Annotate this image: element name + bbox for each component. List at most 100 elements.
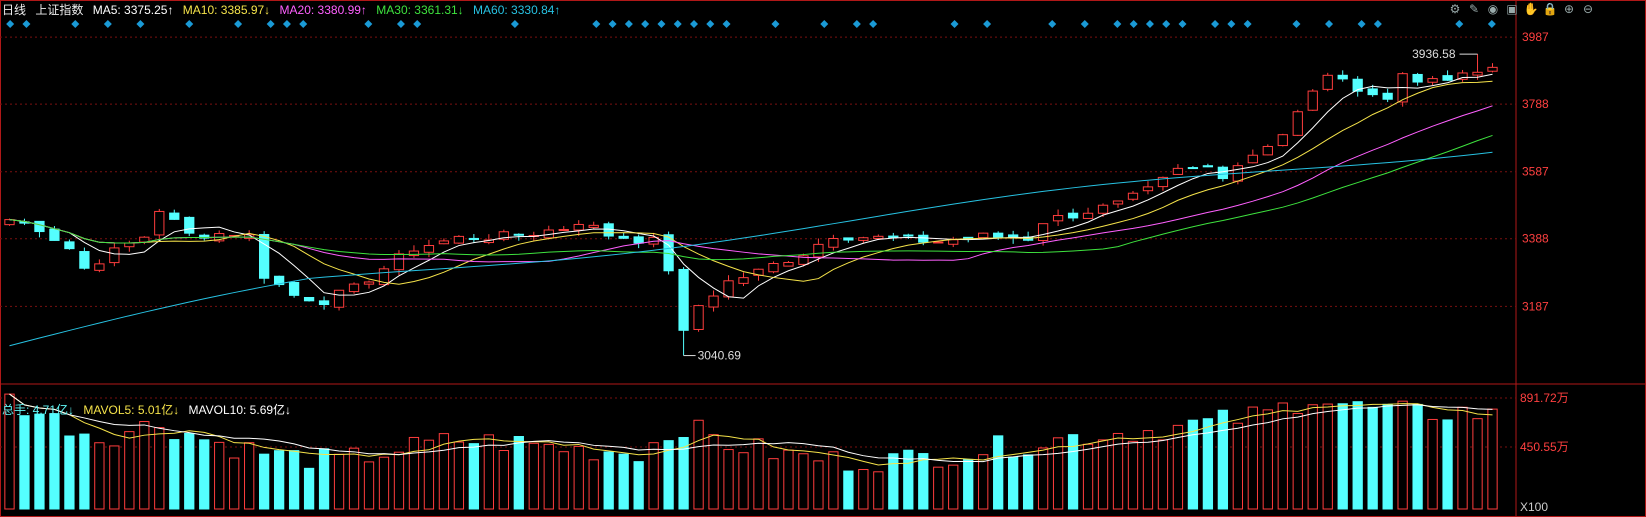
candle-body[interactable] <box>1172 167 1184 175</box>
candle-body[interactable] <box>64 241 75 250</box>
candle-body[interactable] <box>468 237 480 241</box>
volume-bar[interactable] <box>303 467 315 510</box>
volume-bar[interactable] <box>333 453 345 510</box>
candle-body[interactable] <box>1202 165 1214 168</box>
shop-icon[interactable]: ▣ <box>1504 1 1520 17</box>
volume-bar[interactable] <box>259 453 270 510</box>
volume-bar[interactable] <box>798 453 809 510</box>
volume-bar[interactable] <box>1217 409 1229 510</box>
hand-icon[interactable]: ✋ <box>1523 1 1539 17</box>
volume-bar[interactable] <box>1427 418 1438 510</box>
volume-bar[interactable] <box>813 460 824 510</box>
candle-body[interactable] <box>918 234 929 243</box>
candle-body[interactable] <box>933 241 944 244</box>
volume-bar[interactable] <box>1052 437 1064 510</box>
candle-body[interactable] <box>34 220 45 233</box>
candle-body[interactable] <box>1112 200 1124 205</box>
volume-bar[interactable] <box>124 431 135 510</box>
volume-bar[interactable] <box>1442 419 1453 510</box>
candle-body[interactable] <box>903 234 914 237</box>
candle-body[interactable] <box>79 251 90 269</box>
volume-bar[interactable] <box>229 457 240 510</box>
candle-body[interactable] <box>1472 71 1483 76</box>
candle-body[interactable] <box>184 216 195 234</box>
candle-body[interactable] <box>1262 145 1273 156</box>
volume-bar[interactable] <box>1262 409 1273 510</box>
volume-bar[interactable] <box>993 435 1004 510</box>
candle-body[interactable] <box>259 233 270 279</box>
candle-body[interactable] <box>1487 66 1498 72</box>
candle-body[interactable] <box>169 212 180 220</box>
candle-body[interactable] <box>1442 75 1453 81</box>
volume-bar[interactable] <box>858 469 869 510</box>
volume-bar[interactable] <box>1397 400 1408 510</box>
candle-body[interactable] <box>738 277 749 284</box>
volume-bar[interactable] <box>64 435 75 510</box>
candle-body[interactable] <box>708 295 719 308</box>
candle-body[interactable] <box>978 232 989 239</box>
volume-bar[interactable] <box>933 466 944 510</box>
volume-bar[interactable] <box>888 453 899 510</box>
volume-bar[interactable] <box>573 445 584 510</box>
chart-canvas[interactable]: 3987 3788 3587 3388 3187 891.72万 450.55万 X100 39… <box>0 0 1646 517</box>
candle-body[interactable] <box>1052 215 1064 222</box>
volume-bar[interactable] <box>723 449 734 510</box>
zoom-in-icon[interactable]: ⊕ <box>1561 1 1577 17</box>
volume-bar[interactable] <box>184 433 195 510</box>
volume-bar[interactable] <box>393 451 405 510</box>
eye-icon[interactable]: ◉ <box>1485 1 1501 17</box>
volume-bar[interactable] <box>1082 443 1094 510</box>
volume-bar[interactable] <box>19 415 30 510</box>
candle-body[interactable] <box>813 243 824 258</box>
candle-body[interactable] <box>303 296 315 302</box>
volume-bar[interactable] <box>513 436 524 510</box>
volume-bar[interactable] <box>1487 408 1498 510</box>
candle-body[interactable] <box>513 233 524 236</box>
volume-bar[interactable] <box>603 451 614 510</box>
candle-body[interactable] <box>423 245 435 253</box>
candle-body[interactable] <box>573 223 584 231</box>
candle-body[interactable] <box>1337 74 1348 80</box>
volume-bar[interactable] <box>1382 403 1393 510</box>
volume-bar[interactable] <box>1008 456 1019 510</box>
candle-body[interactable] <box>858 237 869 241</box>
candle-body[interactable] <box>1082 212 1094 219</box>
candle-body[interactable] <box>1367 88 1378 96</box>
volume-bar[interactable] <box>199 439 210 510</box>
volume-bar[interactable] <box>873 471 884 510</box>
volume-bar[interactable] <box>828 451 839 510</box>
volume-bar[interactable] <box>783 449 794 510</box>
candle-body[interactable] <box>348 283 360 293</box>
volume-bar[interactable] <box>1232 422 1243 510</box>
volume-bar[interactable] <box>648 442 659 510</box>
volume-bar[interactable] <box>154 427 165 510</box>
candle-body[interactable] <box>453 235 465 244</box>
candle-body[interactable] <box>288 281 300 296</box>
candle-body[interactable] <box>49 228 60 241</box>
candle-body[interactable] <box>1382 92 1393 100</box>
candle-body[interactable] <box>1247 154 1258 164</box>
candle-body[interactable] <box>1412 73 1423 83</box>
volume-bar[interactable] <box>109 445 120 510</box>
volume-bar[interactable] <box>963 458 974 510</box>
zoom-out-icon[interactable]: ⊖ <box>1580 1 1596 17</box>
volume-bar[interactable] <box>94 442 105 510</box>
volume-bar[interactable] <box>1187 419 1199 510</box>
volume-bar[interactable] <box>1247 406 1258 510</box>
candle-body[interactable] <box>1097 204 1109 214</box>
candle-body[interactable] <box>333 289 345 308</box>
candle-body[interactable] <box>888 235 899 238</box>
candle-body[interactable] <box>1142 186 1154 192</box>
volume-bar[interactable] <box>1097 439 1109 510</box>
candle-body[interactable] <box>1127 192 1139 200</box>
volume-bar[interactable] <box>288 450 300 510</box>
candle-body[interactable] <box>393 253 405 271</box>
volume-bar[interactable] <box>918 453 929 510</box>
volume-bar[interactable] <box>543 443 554 510</box>
volume-bar[interactable] <box>1022 454 1034 510</box>
volume-bar[interactable] <box>1352 401 1363 510</box>
settings-icon[interactable]: ⚙ <box>1447 1 1463 17</box>
volume-bar[interactable] <box>49 413 60 510</box>
volume-bar[interactable] <box>169 439 180 510</box>
candle-body[interactable] <box>558 229 569 232</box>
